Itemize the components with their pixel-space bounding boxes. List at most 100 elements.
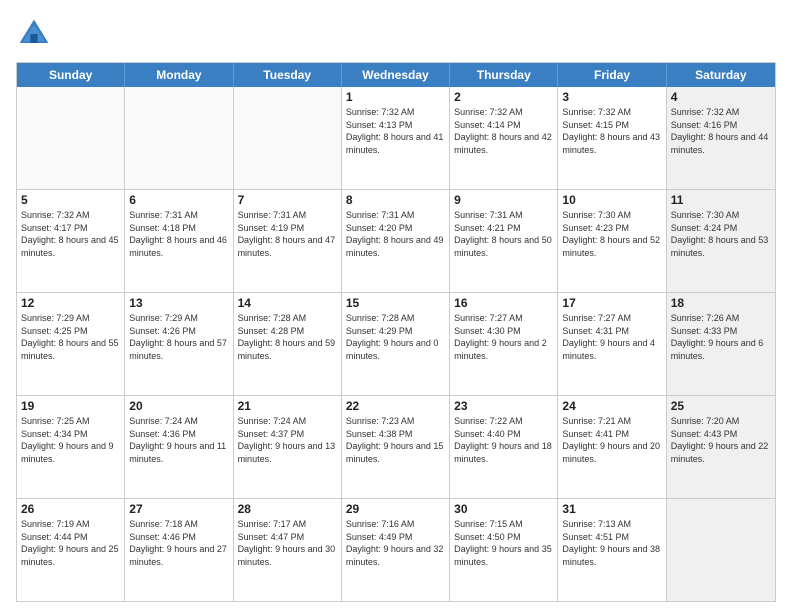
day-cell: 17 Sunrise: 7:27 AM Sunset: 4:31 PM Dayli…: [558, 293, 666, 395]
header: [16, 16, 776, 52]
day-info: Sunrise: 7:23 AM Sunset: 4:38 PM Dayligh…: [346, 415, 445, 465]
calendar-row: 19 Sunrise: 7:25 AM Sunset: 4:34 PM Dayli…: [17, 396, 775, 499]
calendar-header-cell: Saturday: [667, 63, 775, 87]
day-cell: 21Sunrise: 7:24 AM Sunset: 4:37 PM Dayli…: [234, 396, 342, 498]
day-cell: 7 Sunrise: 7:31 AM Sunset: 4:19 PM Daylig…: [234, 190, 342, 292]
day-cell: 2Sunrise: 7:32 AM Sunset: 4:14 PM Daylig…: [450, 87, 558, 189]
day-info: Sunrise: 7:13 AM Sunset: 4:51 PM Dayligh…: [562, 518, 661, 568]
day-number: 7: [238, 193, 337, 207]
day-number: 9: [454, 193, 553, 207]
day-number: 17: [562, 296, 661, 310]
day-cell: 6 Sunrise: 7:31 AM Sunset: 4:18 PM Daylig…: [125, 190, 233, 292]
day-info: Sunrise: 7:29 AM Sunset: 4:25 PM Dayligh…: [21, 312, 120, 362]
day-number: 29: [346, 502, 445, 516]
day-number: 1: [346, 90, 445, 104]
calendar-body: 1 Sunrise: 7:32 AM Sunset: 4:13 PM Daylig…: [17, 87, 775, 601]
day-number: 10: [562, 193, 661, 207]
day-info: Sunrise: 7:32 AM Sunset: 4:14 PM Dayligh…: [454, 106, 553, 156]
day-number: 5: [21, 193, 120, 207]
day-number: 25: [671, 399, 771, 413]
day-number: 21: [238, 399, 337, 413]
empty-cell: [125, 87, 233, 189]
day-number: 24: [562, 399, 661, 413]
day-number: 11: [671, 193, 771, 207]
day-info: Sunrise: 7:27 AM Sunset: 4:31 PM Dayligh…: [562, 312, 661, 362]
day-cell: 19 Sunrise: 7:25 AM Sunset: 4:34 PM Dayli…: [17, 396, 125, 498]
day-number: 4: [671, 90, 771, 104]
day-number: 30: [454, 502, 553, 516]
calendar-header: SundayMondayTuesdayWednesdayThursdayFrid…: [17, 63, 775, 87]
day-number: 12: [21, 296, 120, 310]
day-number: 20: [129, 399, 228, 413]
day-cell: 27 Sunrise: 7:18 AM Sunset: 4:46 PM Dayli…: [125, 499, 233, 601]
logo: [16, 16, 56, 52]
day-info: Sunrise: 7:22 AM Sunset: 4:40 PM Dayligh…: [454, 415, 553, 465]
day-number: 27: [129, 502, 228, 516]
day-info: Sunrise: 7:17 AM Sunset: 4:47 PM Dayligh…: [238, 518, 337, 568]
day-cell: 10 Sunrise: 7:30 AM Sunset: 4:23 PM Dayli…: [558, 190, 666, 292]
calendar-header-cell: Tuesday: [234, 63, 342, 87]
day-cell: 18 Sunrise: 7:26 AM Sunset: 4:33 PM Dayli…: [667, 293, 775, 395]
calendar-row: 26Sunrise: 7:19 AM Sunset: 4:44 PM Dayli…: [17, 499, 775, 601]
calendar-header-cell: Sunday: [17, 63, 125, 87]
day-number: 8: [346, 193, 445, 207]
day-info: Sunrise: 7:18 AM Sunset: 4:46 PM Dayligh…: [129, 518, 228, 568]
day-cell: 12 Sunrise: 7:29 AM Sunset: 4:25 PM Dayli…: [17, 293, 125, 395]
day-number: 19: [21, 399, 120, 413]
day-cell: 14 Sunrise: 7:28 AM Sunset: 4:28 PM Dayli…: [234, 293, 342, 395]
calendar-header-cell: Thursday: [450, 63, 558, 87]
day-cell: 28 Sunrise: 7:17 AM Sunset: 4:47 PM Dayli…: [234, 499, 342, 601]
day-info: Sunrise: 7:26 AM Sunset: 4:33 PM Dayligh…: [671, 312, 771, 362]
day-info: Sunrise: 7:31 AM Sunset: 4:21 PM Dayligh…: [454, 209, 553, 259]
day-info: Sunrise: 7:16 AM Sunset: 4:49 PM Dayligh…: [346, 518, 445, 568]
day-cell: 5 Sunrise: 7:32 AM Sunset: 4:17 PM Daylig…: [17, 190, 125, 292]
day-number: 23: [454, 399, 553, 413]
day-number: 3: [562, 90, 661, 104]
day-number: 18: [671, 296, 771, 310]
day-cell: 13Sunrise: 7:29 AM Sunset: 4:26 PM Dayli…: [125, 293, 233, 395]
day-cell: 20 Sunrise: 7:24 AM Sunset: 4:36 PM Dayli…: [125, 396, 233, 498]
day-info: Sunrise: 7:24 AM Sunset: 4:36 PM Dayligh…: [129, 415, 228, 465]
day-cell: 30Sunrise: 7:15 AM Sunset: 4:50 PM Dayli…: [450, 499, 558, 601]
day-cell: 1 Sunrise: 7:32 AM Sunset: 4:13 PM Daylig…: [342, 87, 450, 189]
calendar-header-cell: Wednesday: [342, 63, 450, 87]
empty-cell: [667, 499, 775, 601]
day-cell: 23 Sunrise: 7:22 AM Sunset: 4:40 PM Dayli…: [450, 396, 558, 498]
day-info: Sunrise: 7:32 AM Sunset: 4:13 PM Dayligh…: [346, 106, 445, 156]
day-info: Sunrise: 7:21 AM Sunset: 4:41 PM Dayligh…: [562, 415, 661, 465]
day-number: 31: [562, 502, 661, 516]
day-cell: 25 Sunrise: 7:20 AM Sunset: 4:43 PM Dayli…: [667, 396, 775, 498]
day-number: 13: [129, 296, 228, 310]
page: SundayMondayTuesdayWednesdayThursdayFrid…: [0, 0, 792, 612]
empty-cell: [17, 87, 125, 189]
day-number: 22: [346, 399, 445, 413]
day-info: Sunrise: 7:20 AM Sunset: 4:43 PM Dayligh…: [671, 415, 771, 465]
calendar-row: 12 Sunrise: 7:29 AM Sunset: 4:25 PM Dayli…: [17, 293, 775, 396]
day-cell: 31 Sunrise: 7:13 AM Sunset: 4:51 PM Dayli…: [558, 499, 666, 601]
day-info: Sunrise: 7:30 AM Sunset: 4:23 PM Dayligh…: [562, 209, 661, 259]
day-info: Sunrise: 7:30 AM Sunset: 4:24 PM Dayligh…: [671, 209, 771, 259]
day-info: Sunrise: 7:25 AM Sunset: 4:34 PM Dayligh…: [21, 415, 120, 465]
calendar-row: 5 Sunrise: 7:32 AM Sunset: 4:17 PM Daylig…: [17, 190, 775, 293]
day-info: Sunrise: 7:28 AM Sunset: 4:28 PM Dayligh…: [238, 312, 337, 362]
day-info: Sunrise: 7:31 AM Sunset: 4:18 PM Dayligh…: [129, 209, 228, 259]
day-cell: 15Sunrise: 7:28 AM Sunset: 4:29 PM Dayli…: [342, 293, 450, 395]
day-cell: 9 Sunrise: 7:31 AM Sunset: 4:21 PM Daylig…: [450, 190, 558, 292]
day-cell: 22 Sunrise: 7:23 AM Sunset: 4:38 PM Dayli…: [342, 396, 450, 498]
day-number: 28: [238, 502, 337, 516]
day-info: Sunrise: 7:32 AM Sunset: 4:15 PM Dayligh…: [562, 106, 661, 156]
day-cell: 4 Sunrise: 7:32 AM Sunset: 4:16 PM Daylig…: [667, 87, 775, 189]
day-info: Sunrise: 7:32 AM Sunset: 4:17 PM Dayligh…: [21, 209, 120, 259]
calendar: SundayMondayTuesdayWednesdayThursdayFrid…: [16, 62, 776, 602]
day-number: 14: [238, 296, 337, 310]
day-cell: 11 Sunrise: 7:30 AM Sunset: 4:24 PM Dayli…: [667, 190, 775, 292]
day-info: Sunrise: 7:31 AM Sunset: 4:20 PM Dayligh…: [346, 209, 445, 259]
day-info: Sunrise: 7:32 AM Sunset: 4:16 PM Dayligh…: [671, 106, 771, 156]
empty-cell: [234, 87, 342, 189]
day-number: 6: [129, 193, 228, 207]
day-cell: 16Sunrise: 7:27 AM Sunset: 4:30 PM Dayli…: [450, 293, 558, 395]
day-number: 16: [454, 296, 553, 310]
day-number: 26: [21, 502, 120, 516]
logo-icon: [16, 16, 52, 52]
day-info: Sunrise: 7:31 AM Sunset: 4:19 PM Dayligh…: [238, 209, 337, 259]
